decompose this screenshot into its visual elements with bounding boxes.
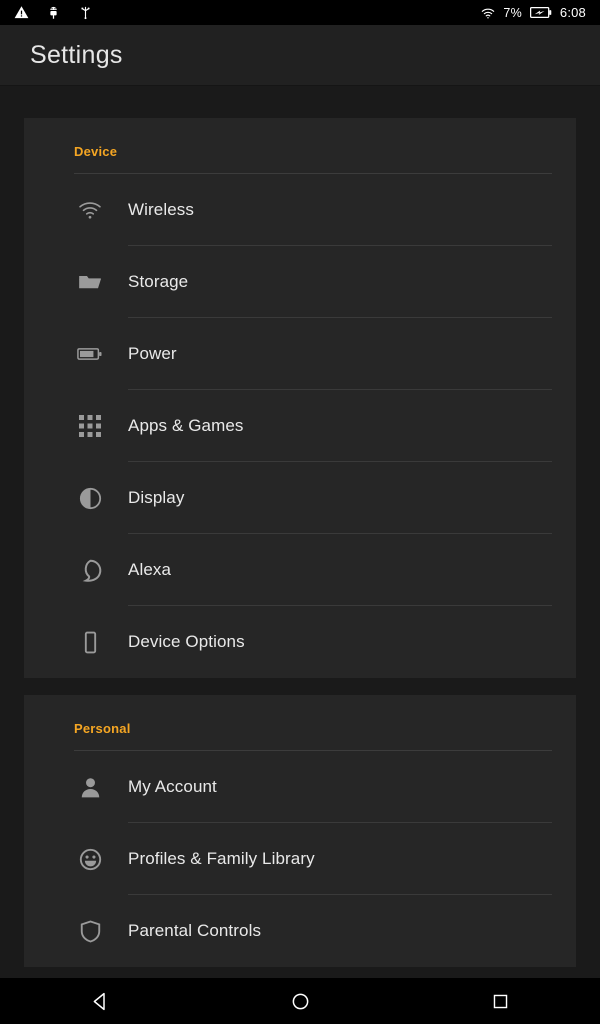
section-card-personal: Personal My Account Profiles & Family Li… [24, 695, 576, 967]
settings-row-display[interactable]: Display [24, 462, 576, 534]
settings-row-label: Alexa [128, 560, 172, 579]
status-bar: 7% 6:08 [0, 0, 600, 25]
settings-row-my-account[interactable]: My Account [24, 751, 576, 823]
apps-grid-icon [74, 410, 106, 442]
battery-icon [74, 338, 106, 370]
smiley-icon [74, 843, 106, 875]
tablet-icon [74, 626, 106, 658]
usb-icon [78, 5, 93, 20]
settings-row-storage[interactable]: Storage [24, 246, 576, 318]
recents-button[interactable] [400, 978, 600, 1024]
settings-row-power[interactable]: Power [24, 318, 576, 390]
contrast-icon [74, 482, 106, 514]
settings-row-label: Apps & Games [128, 416, 244, 435]
back-button[interactable] [0, 978, 200, 1024]
battery-percent-label: 7% [503, 5, 522, 20]
section-header-device: Device [74, 144, 118, 159]
settings-row-wireless[interactable]: Wireless [24, 174, 576, 246]
alexa-ring-icon [74, 554, 106, 586]
settings-row-label: My Account [128, 777, 217, 796]
wifi-icon [480, 5, 495, 20]
settings-row-parental-controls[interactable]: Parental Controls [24, 895, 576, 967]
settings-row-alexa[interactable]: Alexa [24, 534, 576, 606]
settings-row-label: Device Options [128, 632, 245, 651]
settings-row-device-options[interactable]: Device Options [24, 606, 576, 678]
home-button[interactable] [200, 978, 400, 1024]
section-header-personal: Personal [74, 721, 131, 736]
folder-icon [74, 266, 106, 298]
settings-row-label: Profiles & Family Library [128, 849, 315, 868]
page-title: Settings [30, 40, 123, 69]
settings-row-label: Display [128, 488, 185, 507]
shield-icon [74, 915, 106, 947]
section-card-device: Device Wireless Storage Power Apps & Gam… [24, 118, 576, 678]
android-navigation-bar [0, 978, 600, 1024]
settings-row-label: Power [128, 344, 177, 363]
person-icon [74, 771, 106, 803]
wifi-icon [74, 194, 106, 226]
status-bar-left-icons [14, 5, 93, 20]
settings-row-profiles-family-library[interactable]: Profiles & Family Library [24, 823, 576, 895]
app-bar: Settings [0, 25, 600, 86]
battery-charging-icon [529, 6, 552, 19]
settings-scroll-area[interactable]: Device Wireless Storage Power Apps & Gam… [0, 86, 600, 978]
settings-row-apps-games[interactable]: Apps & Games [24, 390, 576, 462]
settings-row-label: Parental Controls [128, 921, 262, 940]
status-bar-clock: 6:08 [559, 5, 586, 20]
settings-row-label: Wireless [128, 200, 194, 219]
warning-icon [14, 5, 29, 20]
android-debug-icon [46, 5, 61, 20]
settings-row-label: Storage [128, 272, 189, 291]
status-bar-right-icons: 7% 6:08 [480, 0, 586, 25]
